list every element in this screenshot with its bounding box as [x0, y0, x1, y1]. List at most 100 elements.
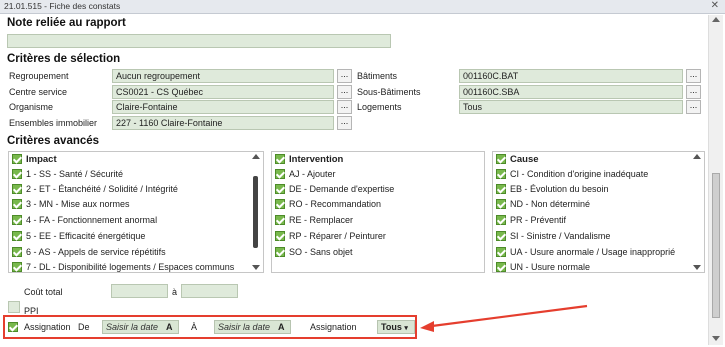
- checkbox-icon[interactable]: [12, 184, 22, 194]
- scroll-down-icon[interactable]: [693, 265, 701, 270]
- chevron-down-icon: ▾: [404, 325, 408, 332]
- list-item[interactable]: PR - Préventif: [496, 215, 566, 228]
- list-item[interactable]: RO - Recommandation: [275, 199, 381, 212]
- cause-header-label: Cause: [510, 154, 539, 165]
- cause-header[interactable]: Cause: [496, 154, 539, 166]
- organisme-browse-button[interactable]: ...: [337, 100, 352, 114]
- list-item[interactable]: 4 - FA - Fonctionnement anormal: [12, 215, 157, 228]
- list-item[interactable]: 2 - ET - Étanchéité / Solidité / Intégri…: [12, 184, 178, 197]
- list-item[interactable]: SO - Sans objet: [275, 247, 353, 260]
- checkbox-icon[interactable]: [12, 247, 22, 257]
- scroll-up-icon[interactable]: [693, 154, 701, 159]
- scroll-up-icon[interactable]: [712, 17, 720, 22]
- list-item[interactable]: RE - Remplacer: [275, 215, 353, 228]
- cout-separator: à: [172, 287, 178, 297]
- note-heading: Note reliée au rapport: [7, 17, 126, 29]
- assignation-select[interactable]: Tous ▾: [377, 320, 415, 334]
- checkbox-icon[interactable]: [496, 247, 506, 257]
- list-item[interactable]: DE - Demande d'expertise: [275, 184, 394, 197]
- cout-label: Coût total: [24, 287, 63, 297]
- centre-field[interactable]: CS0021 - CS Québec: [112, 85, 334, 99]
- regroupement-label: Regroupement: [9, 71, 69, 81]
- checkbox-icon[interactable]: [496, 169, 506, 179]
- calendar-icon: A: [278, 322, 285, 332]
- list-item[interactable]: 3 - MN - Mise aux normes: [12, 199, 130, 212]
- scroll-down-icon[interactable]: [252, 265, 260, 270]
- ensembles-label: Ensembles immobilier: [9, 118, 98, 128]
- checkbox-icon[interactable]: [496, 184, 506, 194]
- list-item[interactable]: UN - Usure normale: [496, 262, 590, 272]
- list-item[interactable]: ND - Non déterminé: [496, 199, 590, 212]
- impact-header[interactable]: Impact: [12, 154, 57, 166]
- ensembles-field[interactable]: 227 - 1160 Claire-Fontaine: [112, 116, 334, 130]
- ppi-checkbox[interactable]: [8, 301, 20, 313]
- organisme-label: Organisme: [9, 102, 54, 112]
- window-title: 21.01.515 - Fiche des constats: [4, 1, 121, 11]
- list-item-label: 3 - MN - Mise aux normes: [26, 199, 130, 209]
- avances-heading: Critères avancés: [7, 135, 100, 147]
- checkbox-icon[interactable]: [12, 169, 22, 179]
- logements-field[interactable]: Tous: [459, 100, 683, 114]
- list-item-label: 6 - AS - Appels de service répétitifs: [26, 247, 166, 257]
- organisme-field[interactable]: Claire-Fontaine: [112, 100, 334, 114]
- checkbox-icon[interactable]: [12, 154, 22, 164]
- checkbox-icon[interactable]: [275, 169, 285, 179]
- checkbox-icon[interactable]: [496, 199, 506, 209]
- date-to-icon[interactable]: A: [278, 322, 285, 332]
- sousbatiments-browse-button[interactable]: ...: [686, 85, 701, 99]
- cause-scrollbar[interactable]: [692, 154, 702, 270]
- sousbatiments-field[interactable]: 001160C.SBA: [459, 85, 683, 99]
- scroll-up-icon[interactable]: [252, 154, 260, 159]
- ensembles-browse-button[interactable]: ...: [337, 116, 352, 130]
- batiments-field[interactable]: 001160C.BAT: [459, 69, 683, 83]
- list-item[interactable]: RP - Réparer / Peinturer: [275, 231, 386, 244]
- list-item[interactable]: 5 - EE - Efficacité énergétique: [12, 231, 145, 244]
- list-item-label: SI - Sinistre / Vandalisme: [510, 231, 611, 241]
- checkbox-icon[interactable]: [275, 184, 285, 194]
- checkbox-icon[interactable]: [275, 199, 285, 209]
- centre-browse-button[interactable]: ...: [337, 85, 352, 99]
- list-item[interactable]: CI - Condition d'origine inadéquate: [496, 169, 648, 182]
- checkbox-icon[interactable]: [275, 154, 285, 164]
- checkbox-icon[interactable]: [496, 262, 506, 272]
- cout-to-field[interactable]: [181, 284, 238, 298]
- checkbox-icon[interactable]: [12, 199, 22, 209]
- checkbox-icon[interactable]: [496, 215, 506, 225]
- list-item[interactable]: EB - Évolution du besoin: [496, 184, 609, 197]
- batiments-browse-button[interactable]: ...: [686, 69, 701, 83]
- list-item[interactable]: 7 - DL - Disponibilité logements / Espac…: [12, 262, 235, 272]
- checkbox-icon[interactable]: [496, 231, 506, 241]
- list-item-label: 4 - FA - Fonctionnement anormal: [26, 215, 158, 225]
- checkbox-icon[interactable]: [12, 231, 22, 241]
- list-item[interactable]: 1 - SS - Santé / Sécurité: [12, 169, 123, 182]
- checkbox-icon[interactable]: [275, 247, 285, 257]
- cout-from-field[interactable]: [111, 284, 168, 298]
- checkbox-icon[interactable]: [275, 231, 285, 241]
- checkbox-icon[interactable]: [275, 215, 285, 225]
- note-field[interactable]: [7, 34, 391, 48]
- checkbox-icon[interactable]: [12, 262, 22, 272]
- scroll-thumb[interactable]: [253, 176, 258, 248]
- list-item-label: 7 - DL - Disponibilité logements / Espac…: [26, 262, 235, 272]
- checkbox-icon[interactable]: [12, 215, 22, 225]
- calendar-icon: A: [166, 322, 173, 332]
- list-item-label: DE - Demande d'expertise: [289, 184, 395, 194]
- date-from-icon[interactable]: A: [166, 322, 173, 332]
- intervention-header[interactable]: Intervention: [275, 154, 343, 166]
- regroupement-field[interactable]: Aucun regroupement: [112, 69, 334, 83]
- list-item[interactable]: 6 - AS - Appels de service répétitifs: [12, 247, 166, 260]
- scroll-thumb[interactable]: [712, 173, 720, 318]
- list-item[interactable]: SI - Sinistre / Vandalisme: [496, 231, 610, 244]
- list-item[interactable]: AJ - Ajouter: [275, 169, 336, 182]
- scroll-down-icon[interactable]: [712, 336, 720, 341]
- assignation-checkbox[interactable]: [8, 322, 18, 332]
- list-item[interactable]: UA - Usure anormale / Usage inapproprié: [496, 247, 675, 260]
- logements-browse-button[interactable]: ...: [686, 100, 701, 114]
- regroupement-browse-button[interactable]: ...: [337, 69, 352, 83]
- impact-scrollbar[interactable]: [251, 154, 261, 270]
- close-icon[interactable]: ✕: [711, 0, 719, 11]
- main-scrollbar[interactable]: [708, 15, 723, 345]
- batiments-label: Bâtiments: [357, 71, 398, 81]
- annotation-arrow: [420, 304, 588, 332]
- checkbox-icon[interactable]: [496, 154, 506, 164]
